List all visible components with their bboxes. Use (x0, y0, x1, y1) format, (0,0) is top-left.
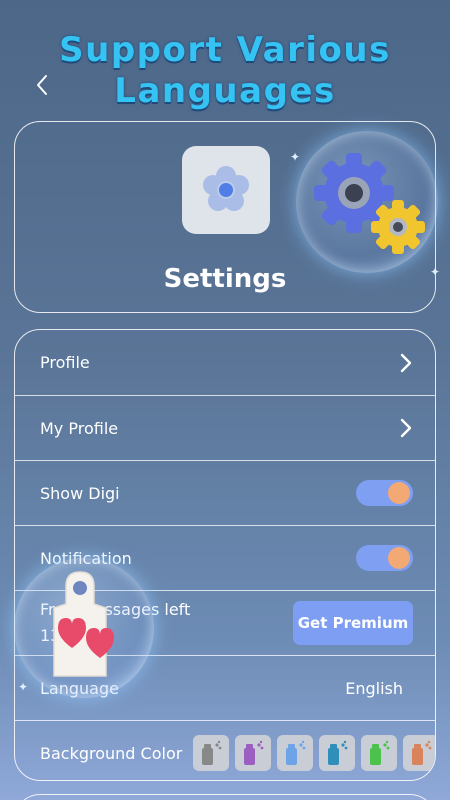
flower-icon (203, 166, 249, 211)
door-hanger-hearts-icon (14, 558, 154, 698)
color-swatch[interactable] (235, 735, 271, 771)
banner-line-1: Support Various (59, 30, 391, 70)
back-button[interactable] (30, 70, 54, 100)
toggle-knob (388, 482, 410, 504)
spray-can-icon (412, 740, 432, 765)
banner-line-2: Languages (114, 71, 336, 111)
color-swatch-list (193, 735, 435, 771)
sparkle-icon: ✦ (18, 680, 29, 694)
spray-can-icon (328, 740, 348, 765)
settings-row-profile[interactable]: Profile (15, 330, 435, 395)
show-digi-toggle[interactable] (356, 480, 413, 506)
chevron-right-icon (400, 418, 412, 438)
spray-can-icon (244, 740, 264, 765)
language-value: English (345, 678, 403, 698)
color-swatch[interactable] (361, 735, 397, 771)
row-label-show-digi: Show Digi (40, 483, 120, 503)
toggle-knob (388, 547, 410, 569)
spray-can-icon (202, 740, 222, 765)
chevron-left-icon (37, 75, 47, 95)
color-swatch[interactable] (403, 735, 435, 771)
settings-row-show-digi: Show Digi (15, 460, 435, 525)
settings-row-background-color: Background Color (15, 720, 435, 780)
next-card-edge (14, 794, 436, 800)
app-icon (182, 146, 270, 234)
sparkle-icon: ✦ (430, 265, 441, 279)
settings-list: Profile My Profile Show Digi Notificatio… (14, 329, 436, 781)
spray-can-icon (370, 740, 390, 765)
row-label-my-profile: My Profile (40, 418, 119, 438)
chevron-right-icon (400, 353, 412, 372)
row-label-profile: Profile (40, 353, 90, 372)
color-swatch[interactable] (193, 735, 229, 771)
color-swatch[interactable] (277, 735, 313, 771)
notification-toggle[interactable] (356, 545, 413, 571)
spray-can-icon (286, 740, 306, 765)
color-swatch[interactable] (319, 735, 355, 771)
promo-banner-title: Support Various Languages (0, 30, 450, 112)
gears-bubble-icon (296, 131, 438, 273)
get-premium-button[interactable]: Get Premium (293, 601, 413, 645)
sparkle-icon: ✦ (290, 150, 301, 164)
settings-row-my-profile[interactable]: My Profile (15, 395, 435, 460)
